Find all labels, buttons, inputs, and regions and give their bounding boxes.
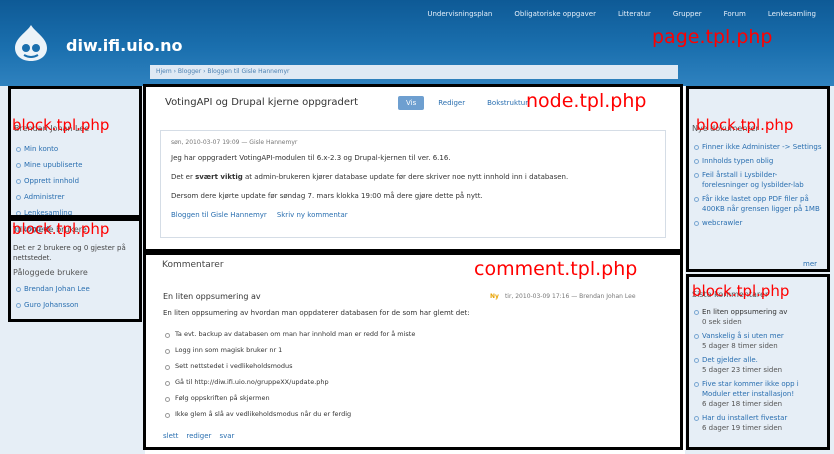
primary-link-forum[interactable]: Forum — [724, 10, 746, 18]
drupal-logo-icon[interactable] — [14, 24, 48, 62]
site-name[interactable]: diw.ifi.uio.no — [66, 36, 183, 55]
primary-link-lenkesamling[interactable]: Lenkesamling — [768, 10, 816, 18]
primary-link-litteratur[interactable]: Litteratur — [618, 10, 651, 18]
comment-frame — [143, 252, 683, 450]
block-tpl-label-user: block.tpl.php — [12, 116, 110, 134]
primary-link-undervisningsplan[interactable]: Undervisningsplan — [427, 10, 492, 18]
primary-links: Undervisningsplan Obligatoriske oppgaver… — [427, 10, 816, 18]
block-tpl-label-new-docs: block.tpl.php — [696, 116, 794, 134]
primary-link-obligatoriske[interactable]: Obligatoriske oppgaver — [514, 10, 596, 18]
block-tpl-label-latest: block.tpl.php — [692, 282, 790, 300]
node-tpl-label: node.tpl.php — [526, 90, 647, 112]
block-tpl-label-online: block.tpl.php — [12, 220, 110, 238]
comment-tpl-label: comment.tpl.php — [474, 258, 638, 280]
page-tpl-label: page.tpl.php — [652, 26, 773, 48]
breadcrumb[interactable]: Hjem › Blogger › Bloggen til Gisle Hanne… — [150, 65, 678, 79]
new-docs-block-frame — [686, 86, 830, 272]
user-block-frame — [8, 86, 142, 218]
latest-block-frame — [686, 274, 830, 450]
primary-link-grupper[interactable]: Grupper — [673, 10, 702, 18]
